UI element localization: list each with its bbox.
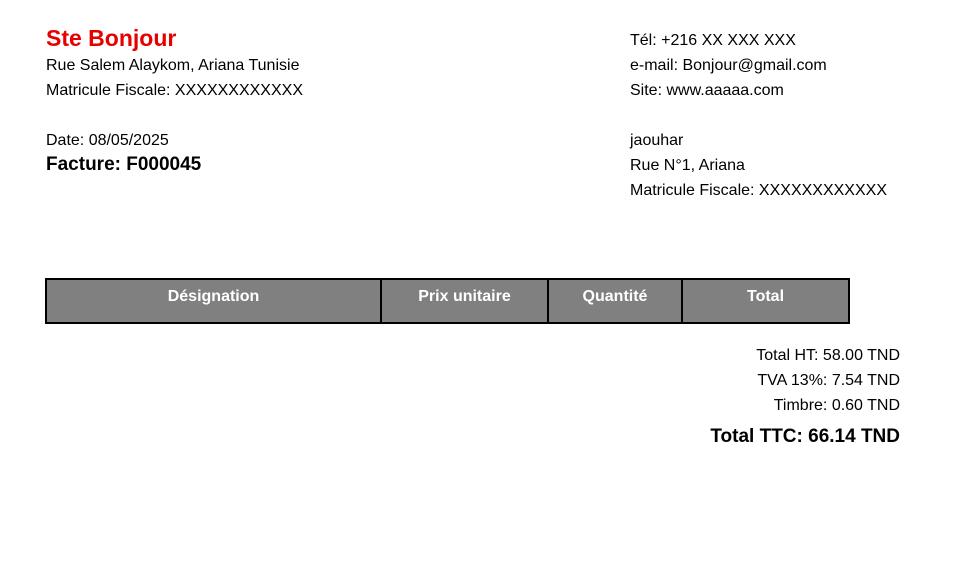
- company-address: Rue Salem Alaykom, Ariana Tunisie: [46, 57, 300, 74]
- tva-amount: TVA 13%: 7.54 TND: [757, 372, 900, 389]
- invoice-date: Date: 08/05/2025: [46, 132, 169, 149]
- client-name: jaouhar: [630, 132, 684, 149]
- company-name: Ste Bonjour: [46, 25, 177, 51]
- company-matricule-fiscale: Matricule Fiscale: XXXXXXXXXXXX: [46, 82, 303, 99]
- client-address: Rue N°1, Ariana: [630, 157, 745, 174]
- company-website: Site: www.aaaaa.com: [630, 82, 784, 99]
- total-ttc: Total TTC: 66.14 TND: [710, 426, 900, 447]
- invoice-items-table: Désignation Prix unitaire Quantité Total: [45, 278, 850, 324]
- company-phone: Tél: +216 XX XXX XXX: [630, 32, 796, 49]
- company-email: e-mail: Bonjour@gmail.com: [630, 57, 827, 74]
- invoice-number: Facture: F000045: [46, 154, 202, 175]
- column-header-unit-price: Prix unitaire: [380, 278, 549, 324]
- table-header-row: Désignation Prix unitaire Quantité Total: [45, 278, 850, 324]
- client-matricule-fiscale: Matricule Fiscale: XXXXXXXXXXXX: [630, 182, 887, 199]
- column-header-designation: Désignation: [45, 278, 382, 324]
- column-header-quantity: Quantité: [547, 278, 683, 324]
- column-header-total: Total: [681, 278, 850, 324]
- timbre-amount: Timbre: 0.60 TND: [773, 397, 900, 414]
- totals-block: Total HT: 58.00 TND TVA 13%: 7.54 TND Ti…: [710, 343, 900, 449]
- total-ht: Total HT: 58.00 TND: [756, 347, 900, 364]
